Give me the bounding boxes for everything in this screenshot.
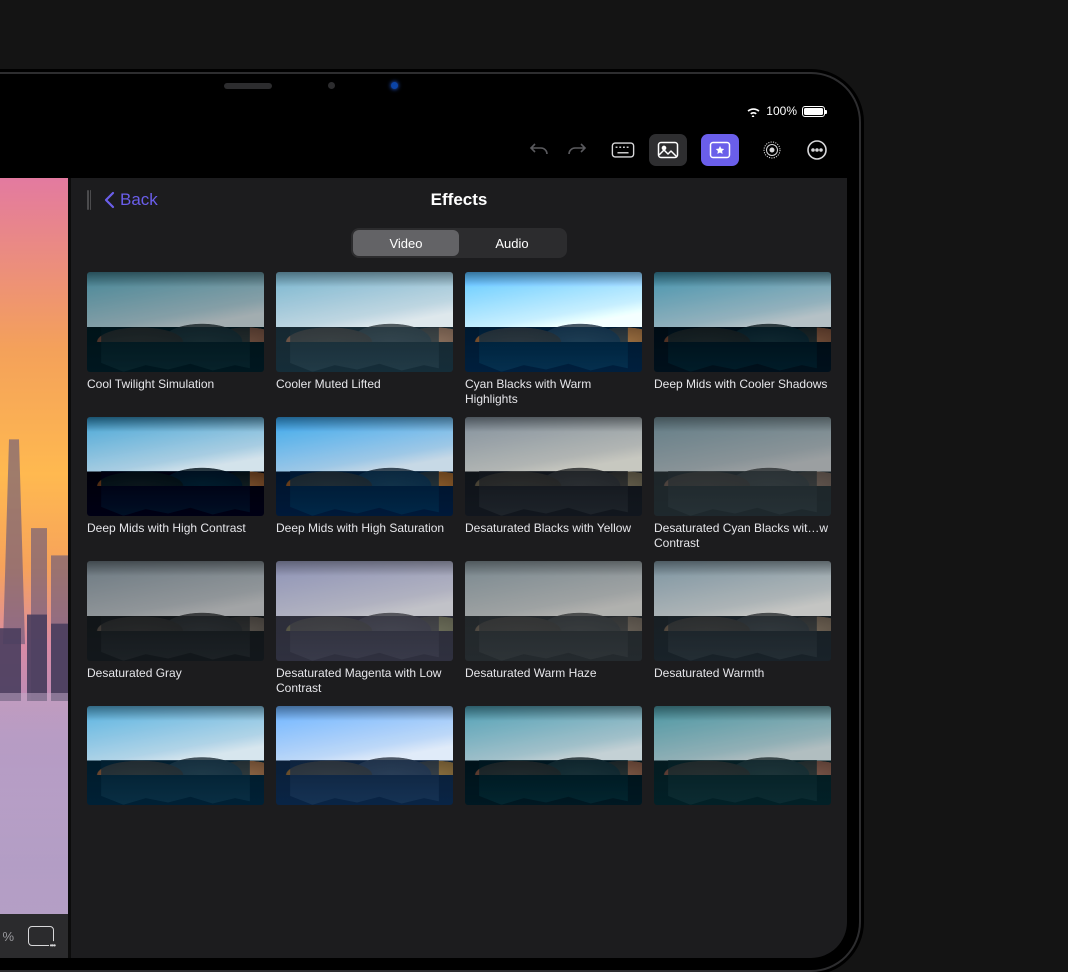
effect-item[interactable]: [465, 706, 642, 841]
effect-item[interactable]: Cooler Muted Lifted: [276, 272, 453, 407]
effect-item[interactable]: Deep Mids with Cooler Shadows: [654, 272, 831, 407]
effect-label: Cool Twilight Simulation: [87, 377, 264, 407]
effect-label: Desaturated Blacks with Yellow: [465, 521, 642, 551]
effect-label: Desaturated Warmth: [654, 666, 831, 696]
color-wheel-icon[interactable]: [753, 134, 791, 166]
effect-item[interactable]: Desaturated Gray: [87, 561, 264, 696]
effect-label: Desaturated Warm Haze: [465, 666, 642, 696]
undo-icon[interactable]: [527, 138, 551, 162]
wifi-icon: [746, 106, 761, 117]
effects-grid: Cool Twilight Simulation Cooler Muted Lif…: [87, 272, 831, 840]
tab-video[interactable]: Video: [353, 230, 459, 256]
camera-notch: [224, 82, 398, 89]
effect-label: [654, 810, 831, 840]
effect-item[interactable]: [87, 706, 264, 841]
effect-item[interactable]: [276, 706, 453, 841]
effect-label: [465, 810, 642, 840]
effect-item[interactable]: Cool Twilight Simulation: [87, 272, 264, 407]
screen: 100%: [0, 100, 847, 958]
effect-label: [276, 810, 453, 840]
battery-icon: [802, 106, 825, 117]
effect-item[interactable]: Desaturated Warmth: [654, 561, 831, 696]
toolbar: [0, 122, 847, 178]
battery-percent: 100%: [766, 104, 797, 118]
effect-item[interactable]: Cyan Blacks with Warm Highlights: [465, 272, 642, 407]
photo-browser-button[interactable]: [649, 134, 687, 166]
effect-label: Cyan Blacks with Warm Highlights: [465, 377, 642, 407]
effect-item[interactable]: Deep Mids with High Contrast: [87, 417, 264, 552]
zoom-control[interactable]: 46 %: [0, 928, 14, 945]
share-icon[interactable]: [0, 138, 1, 162]
zoom-unit: %: [2, 929, 14, 944]
effect-label: Desaturated Gray: [87, 666, 264, 696]
skyline: [0, 428, 68, 701]
view-options-icon[interactable]: [28, 926, 54, 946]
panel-title: Effects: [431, 190, 488, 210]
effect-label: Desaturated Magenta with Low Contrast: [276, 666, 453, 696]
viewer-controls: 46 %: [0, 914, 68, 958]
status-bar: 100%: [0, 100, 847, 122]
effect-label: [87, 810, 264, 840]
keyboard-icon[interactable]: [611, 138, 635, 162]
tab-audio[interactable]: Audio: [459, 230, 565, 256]
effect-item[interactable]: Desaturated Warm Haze: [465, 561, 642, 696]
effect-item[interactable]: Desaturated Blacks with Yellow: [465, 417, 642, 552]
more-icon[interactable]: [805, 138, 829, 162]
back-label: Back: [120, 190, 158, 210]
effect-item[interactable]: [654, 706, 831, 841]
effect-label: Deep Mids with High Contrast: [87, 521, 264, 551]
effect-item[interactable]: Desaturated Cyan Blacks wit…w Contrast: [654, 417, 831, 552]
redo-icon[interactable]: [565, 138, 589, 162]
effects-panel: Back Effects Video Audio Cool Twilight S…: [68, 178, 847, 958]
preview-viewer[interactable]: 46 %: [0, 178, 68, 958]
back-button[interactable]: Back: [104, 190, 158, 210]
effect-label: Deep Mids with High Saturation: [276, 521, 453, 551]
panel-drag-handle[interactable]: [87, 190, 92, 210]
effect-item[interactable]: Deep Mids with High Saturation: [276, 417, 453, 552]
effect-item[interactable]: Desaturated Magenta with Low Contrast: [276, 561, 453, 696]
effects-type-segmented: Video Audio: [351, 228, 567, 258]
device-frame: 100%: [0, 72, 861, 972]
effects-browser-button[interactable]: [701, 134, 739, 166]
effect-label: Deep Mids with Cooler Shadows: [654, 377, 831, 407]
effect-label: Cooler Muted Lifted: [276, 377, 453, 407]
effect-label: Desaturated Cyan Blacks wit…w Contrast: [654, 521, 831, 551]
